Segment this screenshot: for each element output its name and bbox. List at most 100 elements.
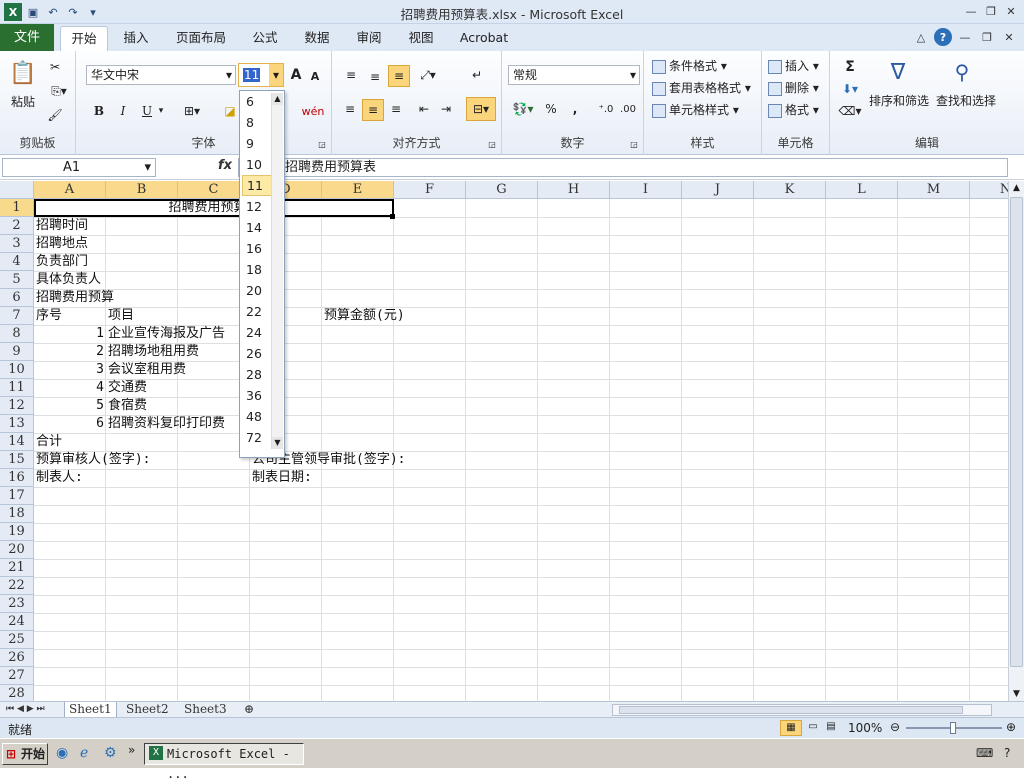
scroll-up-icon[interactable]: ▲ [1009, 181, 1024, 195]
row-header[interactable]: 4 [0, 253, 34, 271]
quicklaunch-icon[interactable]: ◉ [56, 745, 68, 761]
copy-icon[interactable]: ⎘▾ [46, 83, 72, 99]
font-size-option[interactable]: 22 [242, 301, 272, 322]
increase-decimal-icon[interactable]: ⁺.0 [596, 99, 616, 119]
wrap-text-icon[interactable]: ↵ [466, 65, 488, 85]
zoom-slider-thumb[interactable] [950, 722, 956, 734]
font-size-option[interactable]: 72 [242, 427, 272, 448]
close-icon[interactable]: ✕ [1002, 2, 1020, 20]
row-header[interactable]: 20 [0, 541, 34, 559]
row-header[interactable]: 8 [0, 325, 34, 343]
row-header[interactable]: 21 [0, 559, 34, 577]
row-header[interactable]: 15 [0, 451, 34, 469]
tab-home[interactable]: 开始 [60, 26, 108, 51]
merged-title-cell[interactable]: 招聘费用预算表 [34, 199, 394, 217]
cut-icon[interactable]: ✂ [46, 59, 64, 75]
row-header[interactable]: 22 [0, 577, 34, 595]
row-header[interactable]: 7 [0, 307, 34, 325]
align-left-icon[interactable]: ≡ [340, 99, 360, 119]
tab-insert[interactable]: 插入 [114, 26, 158, 51]
alignment-dialog-launcher-icon[interactable]: ◲ [487, 139, 497, 149]
row-header[interactable]: 25 [0, 631, 34, 649]
align-top-icon[interactable]: ≡ [340, 65, 362, 85]
ie-icon[interactable]: ℯ [80, 745, 88, 761]
col-header-b[interactable]: B [106, 181, 178, 199]
fill-handle[interactable] [390, 214, 395, 219]
col-header-m[interactable]: M [898, 181, 970, 199]
col-header-g[interactable]: G [466, 181, 538, 199]
vertical-scrollbar[interactable]: ▲ ▼ [1008, 181, 1024, 701]
paste-button[interactable]: 粘贴 [6, 93, 40, 109]
keyboard-icon[interactable]: ⌨ [976, 746, 993, 760]
find-select-button[interactable]: 查找和选择 [934, 91, 998, 109]
cell-a15[interactable]: 预算审核人(签字): [36, 451, 150, 469]
horizontal-scroll-thumb[interactable] [619, 706, 963, 714]
page-layout-view-icon[interactable]: ▭ [804, 720, 822, 736]
help-icon[interactable]: ? [934, 28, 952, 46]
cell-a5[interactable]: 具体负责人 [36, 271, 101, 289]
formula-input[interactable]: 招聘费用预算表 [238, 158, 1008, 177]
row-header[interactable]: 10 [0, 361, 34, 379]
row-header[interactable]: 1 [0, 199, 34, 217]
col-header-h[interactable]: H [538, 181, 610, 199]
accounting-format-icon[interactable]: 💱▾ [508, 99, 538, 119]
row-header[interactable]: 27 [0, 667, 34, 685]
row-header[interactable]: 9 [0, 343, 34, 361]
app-icon[interactable]: ⚙ [104, 745, 117, 761]
font-size-option[interactable]: 8 [242, 112, 272, 133]
row-header[interactable]: 13 [0, 415, 34, 433]
col-header-n[interactable]: N [970, 181, 1008, 199]
shrink-font-icon[interactable]: A [308, 67, 322, 85]
font-size-option-selected[interactable]: 11 [242, 175, 272, 196]
increase-indent-icon[interactable]: ⇥ [436, 99, 456, 119]
font-size-option[interactable]: 26 [242, 343, 272, 364]
font-size-arrow-icon[interactable]: ▾ [269, 64, 283, 86]
cell-b12[interactable]: 食宿费 [108, 397, 147, 415]
wen-phonetic-icon[interactable]: wén [298, 99, 328, 123]
select-all-corner[interactable] [0, 181, 34, 199]
font-size-option[interactable]: 20 [242, 280, 272, 301]
find-select-icon[interactable]: ⚲ [946, 55, 978, 89]
col-header-a[interactable]: A [34, 181, 106, 199]
col-header-j[interactable]: J [682, 181, 754, 199]
help-tray-icon[interactable]: ? [1004, 746, 1010, 760]
minimize-icon[interactable]: — [962, 2, 980, 20]
cell-a3[interactable]: 招聘地点 [36, 235, 88, 253]
row-header[interactable]: 5 [0, 271, 34, 289]
row-header[interactable]: 24 [0, 613, 34, 631]
fill-icon[interactable]: ⬇▾ [838, 79, 862, 99]
cell-a7[interactable]: 序号 [36, 307, 62, 325]
sheet-tab-3[interactable]: Sheet3 [180, 702, 231, 718]
cell-b8[interactable]: 企业宣传海报及广告 [108, 325, 225, 343]
cell-a11[interactable]: 4 [34, 379, 104, 397]
align-right-icon[interactable]: ≡ [386, 99, 406, 119]
format-cells-button[interactable]: 格式 ▾ [768, 101, 819, 118]
cell-a14[interactable]: 合计 [36, 433, 62, 451]
insert-sheet-icon[interactable]: ⊕ [240, 702, 258, 718]
grow-font-icon[interactable]: A [288, 65, 304, 85]
cell-b7[interactable]: 项目 [108, 307, 134, 325]
taskbar-excel-item[interactable]: X Microsoft Excel - ... [144, 743, 304, 781]
scroll-down-icon[interactable]: ▼ [1009, 687, 1024, 701]
cell-a10[interactable]: 3 [34, 361, 104, 379]
decrease-decimal-icon[interactable]: .00 [618, 99, 638, 119]
font-size-option[interactable]: 16 [242, 238, 272, 259]
decrease-indent-icon[interactable]: ⇤ [414, 99, 434, 119]
merge-center-icon[interactable]: ⊟▾ [466, 97, 496, 121]
row-header[interactable]: 3 [0, 235, 34, 253]
sort-filter-button[interactable]: 排序和筛选 [868, 91, 930, 109]
tab-page-layout[interactable]: 页面布局 [168, 26, 234, 51]
zoom-level[interactable]: 100% [848, 721, 882, 735]
font-dialog-launcher-icon[interactable]: ◲ [317, 139, 327, 149]
doc-close-icon[interactable]: ✕ [1000, 28, 1018, 46]
cell-b9[interactable]: 招聘场地租用费 [108, 343, 199, 361]
row-header[interactable]: 28 [0, 685, 34, 701]
font-size-option[interactable]: 48 [242, 406, 272, 427]
number-format-arrow-icon[interactable]: ▾ [630, 66, 636, 84]
underline-button[interactable]: U [138, 101, 156, 121]
format-as-table-button[interactable]: 套用表格格式 ▾ [652, 79, 751, 96]
cell-a6[interactable]: 招聘费用预算 [36, 289, 114, 307]
dropdown-scroll-down-icon[interactable]: ▼ [272, 437, 283, 449]
fill-color-icon[interactable]: ◪ [222, 101, 238, 121]
row-header[interactable]: 23 [0, 595, 34, 613]
